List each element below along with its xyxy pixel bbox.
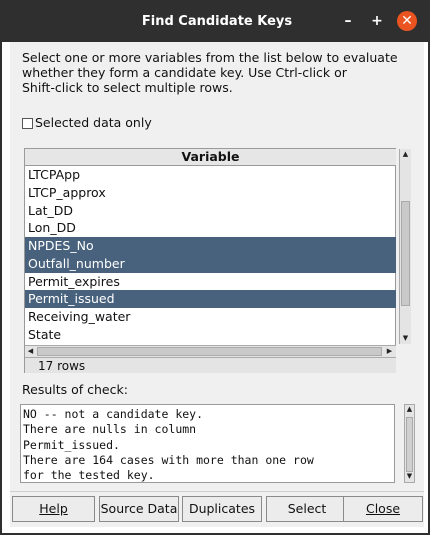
button-bar: Help Source Data Duplicates Select Close	[10, 491, 424, 528]
variable-list: Variable LTCPApp LTCP_approx Lat_DD Lon_…	[24, 148, 411, 373]
window-title: Find Candidate Keys	[141, 14, 293, 29]
minimize-icon[interactable]: –	[338, 11, 358, 31]
row-count-status: 17 rows	[25, 357, 396, 373]
vertical-scroll-thumb[interactable]	[401, 201, 410, 306]
list-item[interactable]: Lon_DD	[25, 219, 396, 237]
list-item[interactable]: LTCP_approx	[25, 184, 396, 202]
duplicates-button[interactable]: Duplicates	[182, 496, 262, 522]
list-item[interactable]: NPDES_No	[25, 237, 396, 255]
maximize-icon[interactable]: +	[367, 11, 387, 31]
list-item[interactable]: LTCPApp	[25, 166, 396, 184]
help-button-label: Help	[39, 501, 68, 516]
list-item[interactable]: Outfall_number	[25, 255, 396, 273]
close-button-label: Close	[365, 501, 401, 516]
dialog-content: Select one or more variables from the li…	[10, 42, 424, 527]
title-bar[interactable]: Find Candidate Keys – + ✕	[2, 0, 430, 42]
scroll-up-icon[interactable]: ▲	[400, 149, 411, 160]
list-item[interactable]: Permit_expires	[25, 273, 396, 291]
close-button[interactable]: Close	[343, 496, 423, 522]
scroll-down-icon[interactable]: ▼	[404, 471, 415, 482]
list-item[interactable]: Permit_issued	[25, 290, 396, 308]
horizontal-scroll-thumb[interactable]	[37, 347, 382, 356]
results-label: Results of check:	[22, 382, 128, 397]
list-item[interactable]: State	[25, 326, 396, 344]
scroll-up-icon[interactable]: ▲	[404, 404, 415, 415]
selected-data-only-label[interactable]: Selected data only	[35, 115, 152, 130]
help-button[interactable]: Help	[12, 496, 95, 522]
close-icon[interactable]: ✕	[397, 11, 417, 31]
instructions-text: Select one or more variables from the li…	[22, 50, 398, 95]
results-scroll-thumb[interactable]	[406, 417, 413, 472]
select-button[interactable]: Select	[266, 496, 348, 522]
list-item[interactable]: Receiving_water	[25, 308, 396, 326]
scroll-down-icon[interactable]: ▼	[400, 333, 411, 344]
find-candidate-keys-window: Find Candidate Keys – + ✕ Select one or …	[0, 0, 430, 535]
variable-column-header[interactable]: Variable	[25, 149, 396, 166]
variable-list-horizontal-scrollbar[interactable]: ◀ ▶	[25, 345, 396, 357]
variable-list-body: LTCPApp LTCP_approx Lat_DD Lon_DD NPDES_…	[25, 166, 396, 344]
scroll-left-icon[interactable]: ◀	[25, 346, 36, 357]
results-text: NO -- not a candidate key. There are nul…	[23, 407, 314, 483]
scroll-right-icon[interactable]: ▶	[384, 346, 395, 357]
variable-list-vertical-scrollbar[interactable]: ▲ ▼	[399, 149, 411, 344]
results-vertical-scrollbar[interactable]: ▲ ▼	[404, 404, 415, 483]
selected-data-only-checkbox[interactable]	[22, 118, 33, 129]
results-text-area[interactable]: NO -- not a candidate key. There are nul…	[20, 404, 395, 483]
list-item[interactable]: Lat_DD	[25, 202, 396, 220]
source-data-button[interactable]: Source Data	[99, 496, 179, 522]
